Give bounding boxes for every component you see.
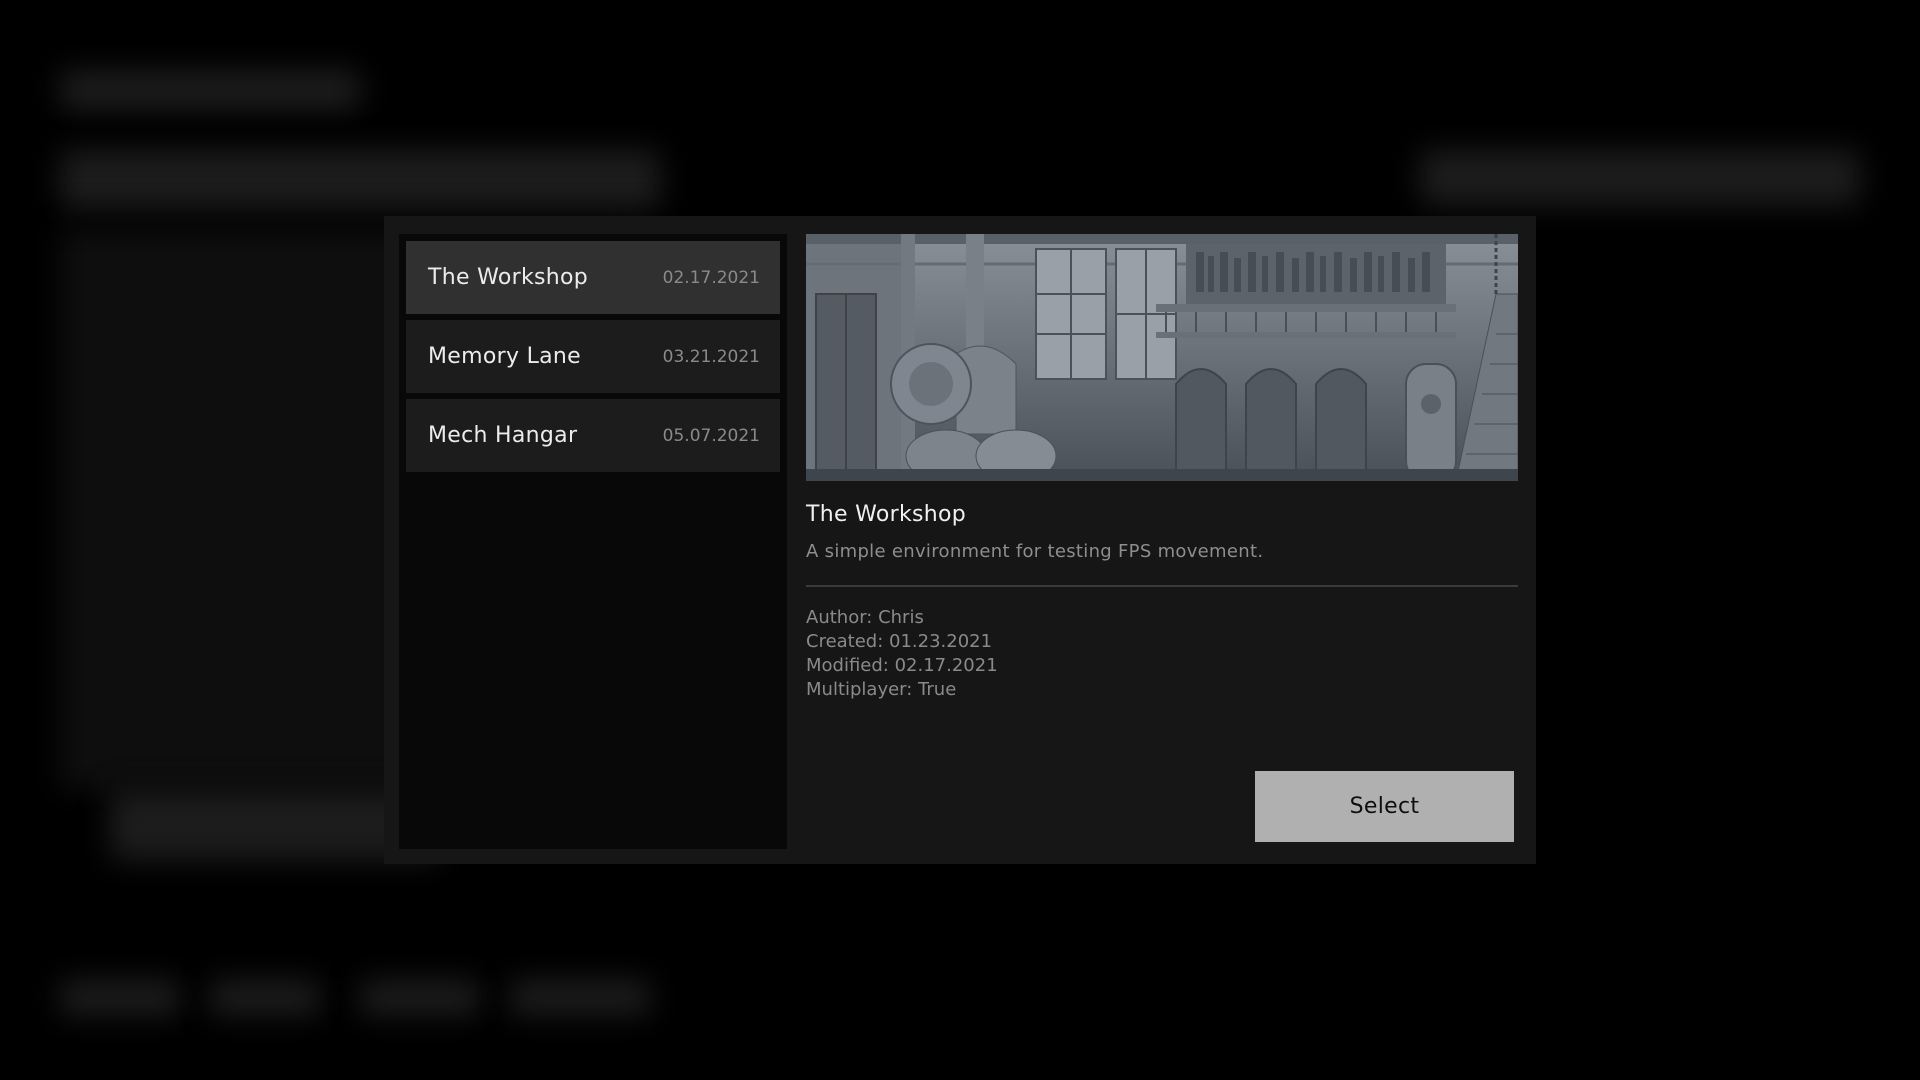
map-name: Mech Hangar — [428, 423, 578, 448]
meta-multiplayer: Multiplayer: True — [806, 679, 957, 700]
blurred-heading — [60, 70, 360, 110]
meta-created: Created: 01.23.2021 — [806, 631, 993, 652]
blurred-tab-4 — [510, 980, 650, 1015]
map-list-item-memory-lane[interactable]: Memory Lane 03.21.2021 — [406, 320, 780, 393]
blurred-bar-right — [1420, 150, 1860, 205]
map-date: 02.17.2021 — [662, 267, 760, 288]
map-list: The Workshop 02.17.2021 Memory Lane 03.2… — [399, 234, 787, 849]
select-button[interactable]: Select — [1255, 771, 1514, 842]
meta-modified: Modified: 02.17.2021 — [806, 655, 998, 676]
map-list-item-mech-hangar[interactable]: Mech Hangar 05.07.2021 — [406, 399, 780, 472]
map-name: Memory Lane — [428, 344, 581, 369]
selected-map-description: A simple environment for testing FPS mov… — [806, 541, 1264, 562]
map-preview-image — [806, 234, 1518, 481]
blurred-tab-3 — [360, 980, 480, 1015]
blurred-bar — [60, 150, 660, 210]
blurred-tab-1 — [60, 980, 180, 1015]
map-list-item-the-workshop[interactable]: The Workshop 02.17.2021 — [406, 241, 780, 314]
map-date: 05.07.2021 — [662, 425, 760, 446]
meta-author: Author: Chris — [806, 607, 924, 628]
details-divider — [806, 585, 1518, 587]
map-name: The Workshop — [428, 265, 589, 290]
blurred-tab-2 — [210, 980, 320, 1015]
map-date: 03.21.2021 — [662, 346, 760, 367]
selected-map-title: The Workshop — [806, 502, 967, 527]
map-metadata: Author: Chris Created: 01.23.2021 Modifi… — [806, 606, 998, 702]
map-select-dialog: The Workshop 02.17.2021 Memory Lane 03.2… — [384, 216, 1536, 864]
